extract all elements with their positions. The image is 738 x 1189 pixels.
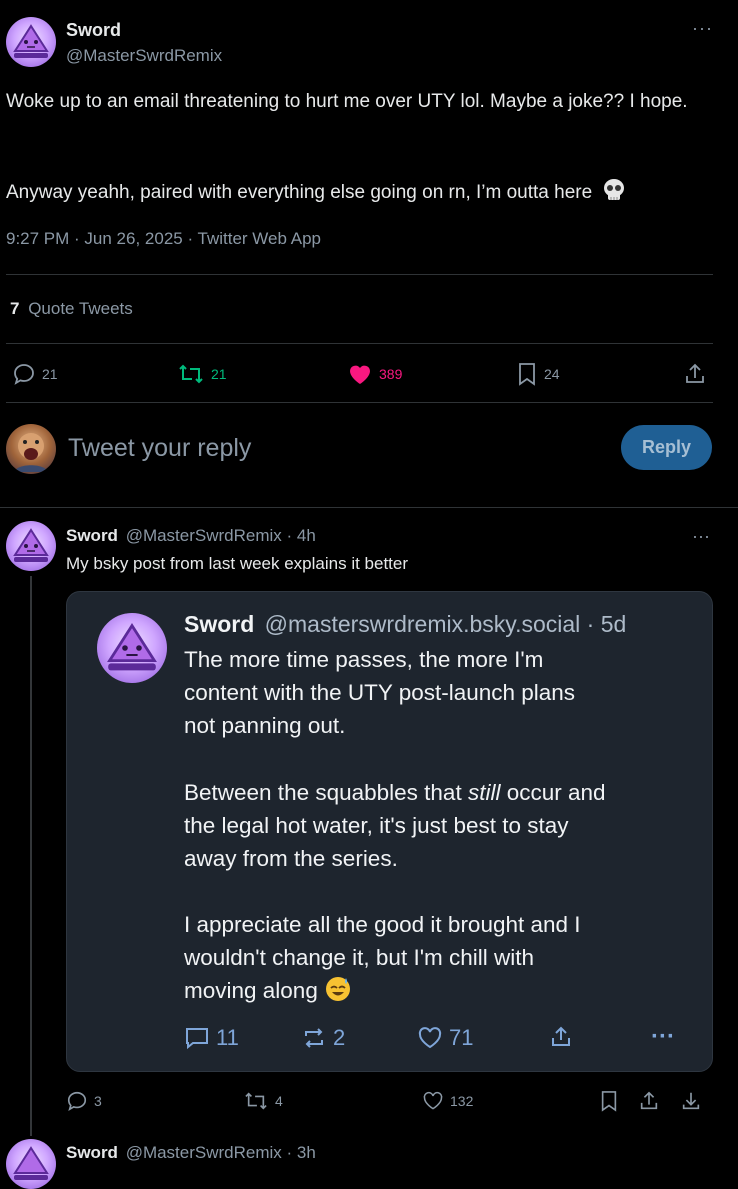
tweet-meta[interactable]: 9:27 PM · Jun 26, 2025 · Twitter Web App xyxy=(6,229,321,249)
heart-icon xyxy=(423,1091,443,1110)
download-icon xyxy=(682,1092,700,1110)
bsky-repost-icon xyxy=(305,1028,323,1048)
author-name[interactable]: Sword xyxy=(66,526,118,545)
bookmark-button[interactable] xyxy=(599,1090,619,1112)
bsky-repost-count: 2 xyxy=(333,1025,346,1050)
bsky-paragraph-3: I appreciate all the good it brought and… xyxy=(184,908,704,1012)
reply-text: My bsky post from last week explains it … xyxy=(66,554,409,573)
reply-count: 21 xyxy=(42,366,58,382)
tweet-text-2-content: Anyway yeahh, paired with everything els… xyxy=(6,182,593,203)
reply-input[interactable]: Tweet your reply xyxy=(68,434,251,463)
user-avatar[interactable] xyxy=(6,424,56,474)
heart-filled-icon xyxy=(350,365,370,384)
share-icon xyxy=(686,363,704,383)
skull-emoji-icon xyxy=(601,177,627,213)
divider xyxy=(0,507,738,508)
bookmark-icon xyxy=(601,1091,617,1112)
sweat-smile-emoji-icon xyxy=(324,975,352,1012)
reply-button[interactable]: 21 xyxy=(12,362,58,386)
divider xyxy=(6,343,713,344)
reply-header: Sword @MasterSwrdRemix · 4h xyxy=(66,526,316,546)
bsky-share-icon xyxy=(549,1025,573,1049)
avatar[interactable] xyxy=(6,17,56,67)
retweet-button[interactable]: 4 xyxy=(243,1090,283,1112)
author-name[interactable]: Sword xyxy=(66,20,121,41)
bsky-repost-stat: 2 xyxy=(301,1025,345,1051)
quote-count: 7 xyxy=(10,299,20,318)
bsky-avatar xyxy=(97,613,167,683)
retweet-count: 4 xyxy=(275,1093,283,1109)
retweet-icon xyxy=(179,364,203,384)
download-button[interactable] xyxy=(680,1090,702,1112)
divider xyxy=(6,274,713,275)
bsky-header: Sword @masterswrdremix.bsky.social · 5d xyxy=(184,611,626,638)
tweet-text-2: Anyway yeahh, paired with everything els… xyxy=(6,177,718,213)
bsky-p2-emphasis: still xyxy=(467,780,501,805)
reply-icon xyxy=(14,364,34,385)
sword-avatar-icon xyxy=(13,24,49,58)
divider xyxy=(6,402,713,403)
bsky-handle: @masterswrdremix.bsky.social xyxy=(264,611,581,637)
reply-submit-button[interactable]: Reply xyxy=(621,425,712,470)
sword-avatar-icon xyxy=(13,528,49,562)
bookmark-icon xyxy=(519,363,535,386)
bookmark-count: 24 xyxy=(544,366,560,382)
thread-line xyxy=(30,576,32,1136)
quote-label: Quote Tweets xyxy=(28,299,133,318)
reply-count: 3 xyxy=(94,1093,102,1109)
bsky-reply-icon xyxy=(186,1028,208,1050)
share-icon xyxy=(640,1091,658,1110)
bsky-time: · 5d xyxy=(586,611,627,637)
like-button[interactable]: 132 xyxy=(422,1090,473,1112)
handle-time[interactable]: @MasterSwrdRemix · 4h xyxy=(126,526,316,545)
share-button[interactable] xyxy=(638,1090,660,1112)
next-tweet-header: Sword @MasterSwrdRemix · 3h xyxy=(66,1143,316,1163)
sword-avatar-icon xyxy=(13,1146,49,1180)
share-button[interactable] xyxy=(683,362,707,386)
avatar[interactable] xyxy=(6,1139,56,1189)
bsky-reply-stat: 11 xyxy=(184,1025,239,1051)
bsky-paragraph-2: Between the squabbles that still occur a… xyxy=(184,776,704,875)
bsky-more-icon: ··· xyxy=(651,1023,675,1050)
author-handle[interactable]: @MasterSwrdRemix xyxy=(66,46,222,66)
retweet-icon xyxy=(245,1092,267,1110)
more-options-icon[interactable]: ··· xyxy=(692,526,710,547)
sword-avatar-icon xyxy=(107,623,157,671)
like-count: 389 xyxy=(379,366,403,382)
bsky-like-count: 71 xyxy=(449,1025,474,1050)
bsky-p2-start: Between the squabbles that xyxy=(184,780,468,805)
like-button[interactable]: 389 xyxy=(347,362,402,386)
user-avatar-icon xyxy=(14,433,48,472)
reply-icon xyxy=(67,1091,87,1112)
reply-button[interactable]: 3 xyxy=(66,1090,102,1112)
bsky-heart-icon xyxy=(418,1027,442,1049)
bookmark-button[interactable]: 24 xyxy=(516,362,560,386)
tweet-text-1: Woke up to an email threatening to hurt … xyxy=(6,91,688,112)
bsky-like-stat: 71 xyxy=(417,1025,473,1051)
more-options-icon[interactable]: ··· xyxy=(692,18,713,39)
quote-tweets-link[interactable]: 7 Quote Tweets xyxy=(10,299,133,319)
bsky-author: Sword xyxy=(184,611,255,637)
avatar[interactable] xyxy=(6,521,56,571)
bsky-paragraph-1: The more time passes, the more I'm conte… xyxy=(184,647,576,738)
bsky-post-image[interactable]: Sword @masterswrdremix.bsky.social · 5d … xyxy=(66,591,713,1072)
retweet-button[interactable]: 21 xyxy=(177,362,227,386)
bsky-reply-count: 11 xyxy=(216,1025,239,1050)
retweet-count: 21 xyxy=(211,366,227,382)
like-count: 132 xyxy=(450,1093,474,1109)
bsky-p3-text: I appreciate all the good it brought and… xyxy=(184,912,581,1003)
